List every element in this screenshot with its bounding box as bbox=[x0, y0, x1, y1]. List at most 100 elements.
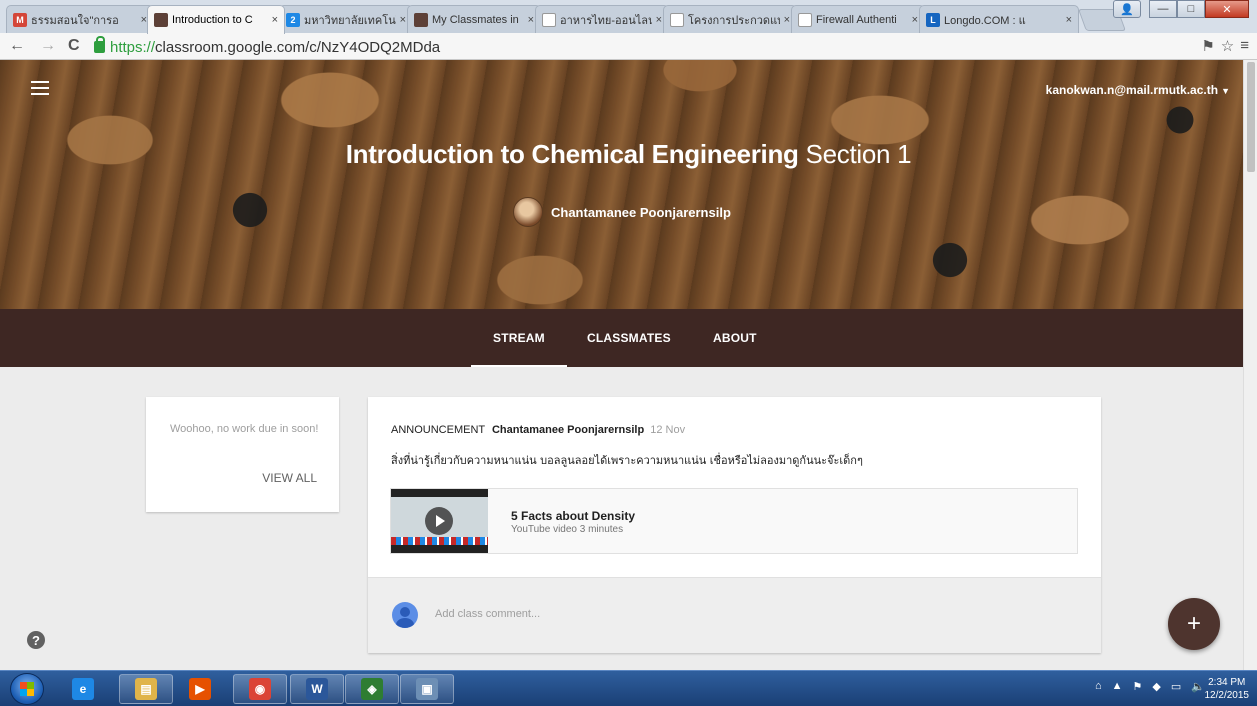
network-tray-icon[interactable]: ◆ bbox=[1152, 680, 1160, 693]
tab-stream[interactable]: STREAM bbox=[471, 331, 567, 367]
internet-explorer-icon: e bbox=[72, 678, 94, 700]
url-scheme: https:// bbox=[110, 38, 156, 56]
close-window-button[interactable]: ✕ bbox=[1205, 0, 1249, 18]
help-icon[interactable]: ? bbox=[27, 631, 45, 649]
browser-tab-label: Longdo.COM : แ bbox=[944, 14, 1026, 27]
user-profile-button[interactable]: 👤 bbox=[1113, 0, 1141, 18]
post-header: ANNOUNCEMENT Chantamanee Poonjarernsilp … bbox=[391, 424, 685, 436]
system-tray: ⌂ ▲ ⚑ ◆ ▭ 🔈 bbox=[1095, 680, 1205, 693]
battery-icon[interactable]: ▭ bbox=[1171, 680, 1181, 693]
upcoming-message: Woohoo, no work due in soon! bbox=[170, 423, 319, 435]
clock-date: 12/2/2015 bbox=[1204, 690, 1250, 701]
taskbar-app[interactable]: ◉ bbox=[233, 674, 287, 704]
volume-icon[interactable]: 🔈 bbox=[1191, 680, 1205, 693]
taskbar-app[interactable]: ▶ bbox=[173, 674, 227, 704]
browser-tab-label: โครงการประกวดแบ bbox=[688, 14, 780, 27]
play-icon[interactable] bbox=[425, 507, 453, 535]
chrome-menu-icon[interactable]: ≡ bbox=[1240, 37, 1249, 55]
browser-tab[interactable]: My Classmates in × bbox=[407, 5, 541, 33]
tab-close-icon[interactable]: × bbox=[912, 14, 918, 26]
network-app-icon: ◈ bbox=[361, 678, 383, 700]
add-post-button[interactable]: + bbox=[1168, 598, 1220, 650]
bookmark-star-icon[interactable]: ☆ bbox=[1221, 37, 1234, 55]
file-explorer-icon: ▤ bbox=[135, 678, 157, 700]
browser-tab[interactable]: M ธรรมสอนใจ"การอ × bbox=[6, 5, 154, 33]
reload-button[interactable]: C bbox=[68, 37, 80, 55]
tray-expand-icon[interactable]: ▲ bbox=[1112, 680, 1123, 693]
tab-close-icon[interactable]: × bbox=[656, 14, 662, 26]
address-bar[interactable]: https:// classroom.google.com/c/NzY4ODQ2… bbox=[94, 36, 441, 57]
minimize-button[interactable]: — bbox=[1149, 0, 1177, 18]
media-player-icon: ▶ bbox=[189, 678, 211, 700]
video-attachment[interactable]: 5 Facts about Density YouTube video 3 mi… bbox=[390, 488, 1078, 554]
tab-close-icon[interactable]: × bbox=[400, 14, 406, 26]
page-icon bbox=[798, 12, 812, 27]
account-menu[interactable]: kanokwan.n@mail.rmutk.ac.th ▼ bbox=[1046, 83, 1230, 97]
browser-toolbar: ← → C https:// classroom.google.com/c/Nz… bbox=[0, 33, 1257, 60]
account-email: kanokwan.n@mail.rmutk.ac.th bbox=[1045, 83, 1219, 97]
hamburger-menu-icon[interactable] bbox=[31, 81, 49, 95]
class-comment-input[interactable]: Add class comment... bbox=[435, 608, 540, 620]
taskbar-app[interactable]: ◈ bbox=[345, 674, 399, 704]
user-avatar-icon bbox=[392, 602, 418, 628]
start-button[interactable] bbox=[10, 673, 44, 705]
course-section: Section 1 bbox=[805, 139, 912, 169]
tab-close-icon[interactable]: × bbox=[272, 14, 278, 26]
tab-close-icon[interactable]: × bbox=[528, 14, 534, 26]
browser-tab-label: ธรรมสอนใจ"การอ bbox=[31, 14, 119, 27]
tab-close-icon[interactable]: × bbox=[1066, 14, 1072, 26]
page-icon bbox=[542, 12, 556, 27]
windows-taskbar: e ▤ ▶ ◉ W ◈ ▣ ⌂ ▲ ⚑ ◆ ▭ 🔈 2:34 PM 12/2/2015 bbox=[0, 670, 1257, 706]
taskbar-app[interactable]: ▤ bbox=[119, 674, 173, 704]
comment-area: Add class comment... bbox=[368, 577, 1101, 653]
teacher-info: Chantamanee Poonjarernsilp bbox=[513, 197, 731, 227]
browser-tab[interactable]: โครงการประกวดแบ × bbox=[663, 5, 797, 33]
course-header-banner bbox=[0, 60, 1243, 309]
taskbar-app[interactable]: W bbox=[290, 674, 344, 704]
classroom-page: kanokwan.n@mail.rmutk.ac.th ▼ Introductio… bbox=[0, 60, 1257, 670]
browser-tab-label: มหาวิทยาลัยเทคโนโ bbox=[304, 14, 396, 27]
maximize-button[interactable]: □ bbox=[1177, 0, 1205, 18]
browser-tab-label: My Classmates in bbox=[432, 13, 519, 26]
back-button[interactable]: ← bbox=[9, 37, 25, 55]
clock-time: 2:34 PM bbox=[1208, 677, 1246, 688]
classroom-icon bbox=[154, 13, 168, 27]
video-thumbnail[interactable] bbox=[391, 489, 488, 553]
course-nav-bar: STREAM CLASSMATES ABOUT bbox=[0, 309, 1243, 367]
url-text: classroom.google.com/c/NzY4ODQ2MDda bbox=[155, 38, 441, 56]
teacher-name: Chantamanee Poonjarernsilp bbox=[551, 204, 731, 220]
announcement-card: ANNOUNCEMENT Chantamanee Poonjarernsilp … bbox=[368, 397, 1101, 653]
taskbar-app[interactable]: ▣ bbox=[400, 674, 454, 704]
rmutk-icon: 2 bbox=[286, 12, 300, 27]
browser-tab-label: อาหารไทย-ออนไลน bbox=[560, 14, 652, 27]
translate-icon[interactable]: ⚑ bbox=[1201, 37, 1214, 55]
window-controls: 👤 — □ ✕ bbox=[1113, 0, 1249, 18]
post-body-text: สิ่งที่น่ารู้เกี่ยวกับความหนาแน่น บอลลูน… bbox=[391, 454, 863, 467]
browser-tab[interactable]: Introduction to C × bbox=[147, 5, 285, 34]
word-icon: W bbox=[306, 678, 328, 700]
tab-about[interactable]: ABOUT bbox=[713, 331, 757, 345]
caret-down-icon: ▼ bbox=[1221, 86, 1230, 96]
longdo-icon: L bbox=[926, 12, 940, 27]
attachment-title[interactable]: 5 Facts about Density bbox=[511, 509, 635, 523]
browser-tab[interactable]: อาหารไทย-ออนไลน × bbox=[535, 5, 669, 33]
taskbar-app[interactable]: e bbox=[56, 674, 110, 704]
upcoming-work-card: Woohoo, no work due in soon! VIEW ALL bbox=[146, 397, 339, 512]
tab-classmates[interactable]: CLASSMATES bbox=[587, 331, 671, 345]
tab-close-icon[interactable]: × bbox=[784, 14, 790, 26]
view-all-link[interactable]: VIEW ALL bbox=[262, 471, 317, 485]
lock-icon bbox=[94, 36, 105, 53]
browser-tab-label: Firewall Authenti bbox=[816, 13, 897, 26]
attachment-meta: YouTube video 3 minutes bbox=[511, 524, 624, 535]
browser-tab[interactable]: L Longdo.COM : แ × bbox=[919, 5, 1079, 33]
browser-tab[interactable]: Firewall Authenti × bbox=[791, 5, 925, 33]
system-clock[interactable]: 2:34 PM 12/2/2015 bbox=[1205, 676, 1250, 702]
forward-button[interactable]: → bbox=[40, 37, 56, 55]
browser-tab[interactable]: 2 มหาวิทยาลัยเทคโนโ × bbox=[279, 5, 413, 33]
post-type-label: ANNOUNCEMENT bbox=[391, 424, 485, 436]
course-title: Introduction to Chemical Engineering Sec… bbox=[0, 139, 1257, 170]
gmail-icon: M bbox=[13, 12, 27, 27]
show-desktop-icon[interactable]: ⌂ bbox=[1095, 680, 1102, 693]
action-center-icon[interactable]: ⚑ bbox=[1133, 680, 1143, 693]
page-icon bbox=[670, 12, 684, 27]
